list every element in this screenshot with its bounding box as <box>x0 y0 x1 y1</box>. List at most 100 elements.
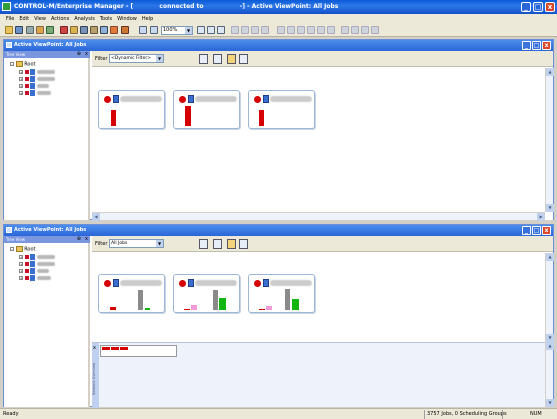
scroll-down-icon[interactable]: ▼ <box>546 204 554 212</box>
num-lock-indicator: NUM <box>530 411 542 417</box>
filter-icon[interactable] <box>80 26 88 34</box>
open-icon[interactable] <box>5 26 13 34</box>
chevron-down-icon[interactable]: ▼ <box>156 55 163 62</box>
alert-bar <box>111 110 116 126</box>
scroll-up-icon[interactable]: ▲ <box>546 253 554 261</box>
find-icon[interactable] <box>90 26 98 34</box>
job-node-card[interactable] <box>173 90 240 129</box>
alert-bar <box>259 110 264 126</box>
horizontal-scrollbar[interactable]: ◀ ▶ <box>92 212 545 221</box>
zoom-fit-icon[interactable] <box>217 26 225 34</box>
pink-bar <box>191 305 197 310</box>
close-button[interactable]: x <box>542 226 551 235</box>
flow-icon[interactable] <box>213 239 222 249</box>
confirm-icon[interactable] <box>361 26 369 34</box>
menu-help[interactable]: Help <box>142 16 153 22</box>
pin-icon[interactable]: x <box>93 345 96 351</box>
zoom-select[interactable]: 100% ▼ <box>161 26 193 35</box>
close-icon[interactable]: x <box>85 236 88 243</box>
hierarchy-icon[interactable] <box>199 54 208 64</box>
maximize-button[interactable]: □ <box>533 2 543 12</box>
copy-icon[interactable] <box>287 26 295 34</box>
flag-icon[interactable] <box>121 26 129 34</box>
maximize-button[interactable]: □ <box>532 41 541 50</box>
filter-select[interactable]: All Jobs ▼ <box>109 239 164 248</box>
menu-view[interactable]: View <box>34 16 46 22</box>
cut-icon[interactable] <box>277 26 285 34</box>
tree-root[interactable]: - Root <box>10 61 36 68</box>
prev-icon[interactable] <box>241 26 249 34</box>
why-icon[interactable] <box>341 26 349 34</box>
list-view-icon[interactable] <box>239 239 248 249</box>
zoom-in-icon[interactable] <box>197 26 205 34</box>
menu-tools[interactable]: Tools <box>100 16 112 22</box>
viewpoint-content: Filter <Dynamic Filter> ▼ ▲ ▼ ◀ ▶ <box>92 51 554 221</box>
filter-select[interactable]: <Dynamic Filter> ▼ <box>109 54 164 63</box>
scroll-down-icon[interactable]: ▼ <box>546 399 554 407</box>
scroll-down-icon[interactable]: ▼ <box>546 334 554 342</box>
next-icon[interactable] <box>251 26 259 34</box>
scroll-left-icon[interactable]: ◀ <box>92 213 100 221</box>
tree-root[interactable]: - Root <box>10 246 36 253</box>
job-icon <box>263 279 269 287</box>
network-overview-pane: x Network Overview <box>92 342 545 408</box>
refresh-icon[interactable] <box>46 26 54 34</box>
viewpoint-title-bar: Active ViewPoint: All Jobs _ □ x <box>4 40 553 51</box>
job-node-card[interactable] <box>248 274 315 313</box>
maximize-button[interactable]: □ <box>532 226 541 235</box>
menu-analysis[interactable]: Analysis <box>74 16 95 22</box>
list-view-icon[interactable] <box>239 54 248 64</box>
overview-side-tab[interactable]: x Network Overview <box>92 343 99 408</box>
pin-icon[interactable]: ⊕ <box>77 236 81 243</box>
overview-thumbnail[interactable] <box>100 345 177 357</box>
wizard-icon[interactable] <box>110 26 118 34</box>
alert-bar <box>184 309 190 310</box>
question-icon[interactable] <box>70 26 78 34</box>
paste-icon[interactable] <box>297 26 305 34</box>
job-node-card[interactable] <box>98 90 165 129</box>
zoom-out-icon[interactable] <box>207 26 215 34</box>
print-icon[interactable] <box>26 26 34 34</box>
rerun-icon[interactable] <box>317 26 325 34</box>
menu-edit[interactable]: Edit <box>19 16 29 22</box>
job-node-card[interactable] <box>173 274 240 313</box>
minimize-button[interactable]: _ <box>521 2 531 12</box>
close-button[interactable]: x <box>542 41 551 50</box>
scroll-up-icon[interactable]: ▲ <box>546 342 554 350</box>
vertical-scrollbar[interactable]: ▲ ▼ <box>545 253 554 342</box>
last-icon[interactable] <box>261 26 269 34</box>
minimize-button[interactable]: _ <box>522 226 531 235</box>
edit-icon[interactable] <box>351 26 359 34</box>
tools-icon[interactable] <box>36 26 44 34</box>
job-node-card[interactable] <box>248 90 315 129</box>
menu-actions[interactable]: Actions <box>51 16 69 22</box>
close-icon[interactable]: x <box>85 51 88 58</box>
kill-icon[interactable] <box>327 26 335 34</box>
vertical-scrollbar[interactable]: ▲ ▼ <box>545 68 554 212</box>
chevron-down-icon[interactable]: ▼ <box>185 27 192 34</box>
flow-icon[interactable] <box>213 54 222 64</box>
job-icon <box>188 279 194 287</box>
job-node-card[interactable] <box>98 274 165 313</box>
folder-view-icon[interactable] <box>227 239 236 249</box>
scroll-up-icon[interactable]: ▲ <box>546 68 554 76</box>
menu-window[interactable]: Window <box>117 16 137 22</box>
minimize-button[interactable]: _ <box>522 41 531 50</box>
delete-icon[interactable] <box>307 26 315 34</box>
hold-icon[interactable] <box>60 26 68 34</box>
chevron-down-icon[interactable]: ▼ <box>156 240 163 247</box>
view-icon[interactable] <box>100 26 108 34</box>
close-button[interactable]: x <box>545 2 555 12</box>
layout-icon[interactable] <box>139 26 147 34</box>
filter-label: Filter <box>95 241 108 247</box>
pin-icon[interactable]: ⊕ <box>77 51 81 58</box>
menu-file[interactable]: File <box>6 16 14 22</box>
save-icon[interactable] <box>15 26 23 34</box>
overview-scrollbar[interactable]: ▲ ▼ <box>545 342 554 407</box>
layout2-icon[interactable] <box>150 26 158 34</box>
bypass-icon[interactable] <box>371 26 379 34</box>
hierarchy-icon[interactable] <box>199 239 208 249</box>
scroll-right-icon[interactable]: ▶ <box>537 213 545 221</box>
folder-view-icon[interactable] <box>227 54 236 64</box>
first-icon[interactable] <box>231 26 239 34</box>
